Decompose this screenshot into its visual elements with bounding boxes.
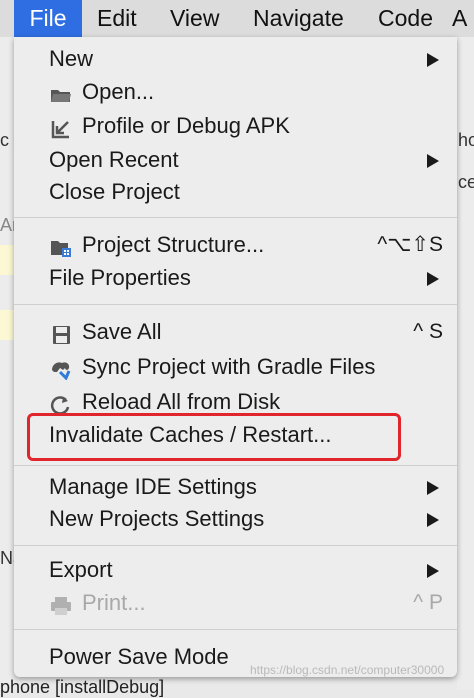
menu-edit[interactable]: Edit	[97, 0, 137, 37]
menu-separator	[14, 465, 457, 466]
menu-separator	[14, 217, 457, 218]
menu-item-manage-ide-settings[interactable]: Manage IDE Settings	[14, 471, 457, 503]
menu-item-print: Print... ^ P	[14, 587, 457, 619]
printer-icon	[50, 593, 72, 615]
menu-item-close-project[interactable]: Close Project	[14, 176, 457, 208]
reload-icon	[50, 392, 72, 415]
menu-item-label: Project Structure...	[82, 232, 265, 257]
menu-item-label: Sync Project with Gradle Files	[82, 354, 376, 379]
submenu-arrow-icon	[427, 564, 439, 578]
editor-highlight-fragment	[0, 245, 14, 275]
menu-bar: File Edit View Navigate Code A	[0, 0, 474, 37]
menu-item-open-recent[interactable]: Open Recent	[14, 144, 457, 176]
menu-item-label: Close Project	[49, 179, 180, 204]
menu-item-new-projects-settings[interactable]: New Projects Settings	[14, 503, 457, 535]
menu-item-label: New Projects Settings	[49, 506, 265, 531]
background-text-fragment: c	[0, 130, 9, 150]
file-menu-dropdown: New Open... Profile or Debug APK Open Re…	[14, 37, 457, 677]
menu-file[interactable]: File	[14, 0, 82, 37]
run-configuration-label: phone [installDebug]	[0, 677, 165, 697]
gradle-sync-icon	[50, 357, 72, 381]
watermark-text: https://blog.csdn.net/computer30000	[250, 663, 445, 677]
submenu-arrow-icon	[427, 154, 439, 168]
menu-item-save-all[interactable]: Save All ^ S	[14, 316, 457, 348]
menu-item-file-properties[interactable]: File Properties	[14, 262, 457, 294]
submenu-arrow-icon	[427, 53, 439, 67]
menu-item-open[interactable]: Open...	[14, 76, 457, 108]
menu-item-sync-gradle[interactable]: Sync Project with Gradle Files	[14, 351, 457, 383]
background-text-fragment: ho	[458, 130, 474, 150]
menu-item-label: Manage IDE Settings	[49, 474, 257, 499]
menu-separator	[14, 545, 457, 546]
menu-code[interactable]: Code	[378, 0, 433, 37]
menu-item-export[interactable]: Export	[14, 554, 457, 586]
editor-highlight-fragment	[0, 310, 14, 340]
menu-item-label: New	[49, 46, 94, 71]
menu-item-label: Save All	[82, 319, 162, 344]
menu-navigate[interactable]: Navigate	[253, 0, 344, 37]
menu-analyze[interactable]: A	[452, 0, 467, 37]
menu-item-label: Power Save Mode	[49, 644, 229, 669]
menu-item-label: Profile or Debug APK	[82, 113, 290, 138]
background-text-fragment: ce	[458, 172, 474, 192]
menu-item-shortcut: ^ S	[413, 320, 443, 343]
submenu-arrow-icon	[427, 481, 439, 495]
highlight-annotation-box	[27, 413, 401, 461]
menu-item-label: Print...	[82, 590, 146, 615]
menu-item-new[interactable]: New	[14, 43, 457, 75]
project-structure-icon	[50, 235, 72, 257]
menu-item-shortcut: ^ P	[413, 591, 443, 614]
menu-item-shortcut: ^⌥⇧S	[377, 233, 443, 256]
menu-separator	[14, 304, 457, 305]
menu-item-profile-debug-apk[interactable]: Profile or Debug APK	[14, 110, 457, 142]
menu-item-label: Export	[49, 557, 113, 582]
menu-view[interactable]: View	[170, 0, 219, 37]
submenu-arrow-icon	[427, 513, 439, 527]
import-arrow-icon	[50, 116, 72, 139]
submenu-arrow-icon	[427, 272, 439, 286]
folder-icon	[50, 82, 72, 102]
menu-separator	[14, 629, 457, 630]
save-icon	[50, 322, 72, 344]
menu-item-label: Open Recent	[49, 147, 179, 172]
menu-item-label: Open...	[82, 79, 155, 104]
menu-item-project-structure[interactable]: Project Structure... ^⌥⇧S	[14, 229, 457, 261]
menu-item-label: File Properties	[49, 265, 191, 290]
